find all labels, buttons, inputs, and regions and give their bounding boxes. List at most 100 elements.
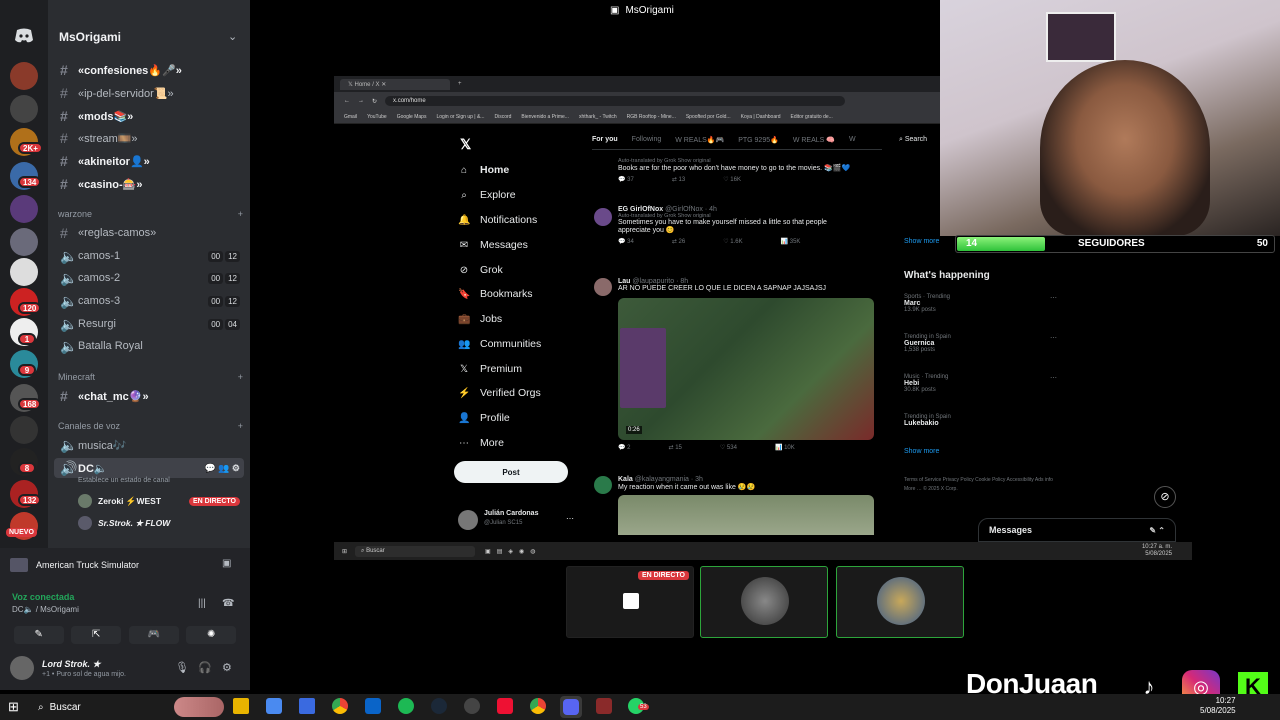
plus-icon[interactable]: + bbox=[238, 421, 243, 431]
inner-clock[interactable]: 10:27 a. m. 5/08/2025 bbox=[1142, 544, 1172, 558]
voice-channel-item[interactable]: 🔈 camos-3 00 12 bbox=[60, 291, 240, 311]
nav-messages[interactable]: ✉ Messages bbox=[458, 239, 528, 251]
server-name[interactable]: MsOrigami bbox=[59, 30, 121, 44]
channel-item[interactable]: # «ip-del-servidor📜» bbox=[60, 83, 240, 103]
settings-gear-icon[interactable]: ⚙ bbox=[222, 661, 232, 674]
trend-item[interactable]: Trending in Spain Lukebakio bbox=[904, 414, 951, 427]
server-icon-5[interactable] bbox=[10, 195, 38, 223]
like-icon[interactable]: ♡ 1.6K bbox=[723, 238, 742, 245]
bookmark[interactable]: Koya | Dashboard bbox=[741, 114, 781, 120]
soundboard-icon[interactable]: ✺ bbox=[186, 626, 237, 644]
retweet-icon[interactable]: ⇄ 15 bbox=[668, 444, 681, 451]
discord-home-icon[interactable] bbox=[12, 24, 36, 48]
copilot-icon[interactable] bbox=[266, 698, 282, 714]
nav-home[interactable]: ⌂ Home bbox=[458, 164, 509, 176]
noise-suppression-icon[interactable]: ||| bbox=[198, 598, 206, 609]
outlook-icon[interactable] bbox=[365, 698, 381, 714]
channel-status[interactable]: Establece un estado de canal bbox=[78, 477, 170, 484]
nav-verified-orgs[interactable]: ⚡ Verified Orgs bbox=[458, 387, 541, 399]
tab-list[interactable]: W bbox=[849, 136, 856, 144]
account-name[interactable]: Julián Cardonas bbox=[484, 510, 538, 517]
nav-more[interactable]: ⋯ More bbox=[458, 437, 504, 449]
bookmark[interactable]: Discord bbox=[494, 114, 511, 120]
nav-notifications[interactable]: 🔔 Notifications bbox=[458, 214, 537, 226]
like-icon[interactable]: ♡ 534 bbox=[720, 444, 737, 451]
tweet[interactable]: EG GirlOfNox @GirlOfNox · 4h Auto-transl… bbox=[592, 206, 882, 245]
tab-list[interactable]: W REALS 🧠 bbox=[793, 136, 835, 144]
voice-channel-item-active[interactable]: 🔊 DC🔈 💬 👥 ⚙ bbox=[54, 458, 244, 478]
voice-channel-item[interactable]: 🔈 Batalla Royal bbox=[60, 336, 240, 356]
obs-icon[interactable] bbox=[596, 698, 612, 714]
bookmark[interactable]: YouTube bbox=[367, 114, 387, 120]
grok-icon[interactable]: ⊘ bbox=[1154, 486, 1176, 508]
nav-premium[interactable]: 𝕏 Premium bbox=[458, 363, 522, 375]
clock[interactable]: 10:27 5/08/2025 bbox=[1200, 696, 1236, 717]
nav-bookmarks[interactable]: 🔖 Bookmarks bbox=[458, 288, 533, 300]
windows-start-icon[interactable]: ⊞ bbox=[8, 699, 19, 715]
x-logo-icon[interactable]: 𝕏 bbox=[460, 136, 471, 153]
headphones-icon[interactable]: 🎧 bbox=[198, 661, 212, 674]
participant-tile[interactable] bbox=[836, 566, 964, 638]
new-tab-icon[interactable]: + bbox=[458, 81, 462, 87]
reload-icon[interactable]: ↻ bbox=[372, 98, 377, 105]
trend-item[interactable]: Trending in Spain Guernica 1,538 posts bbox=[904, 334, 951, 353]
nav-profile[interactable]: 👤 Profile bbox=[458, 412, 510, 424]
post-button[interactable]: Post bbox=[454, 461, 568, 483]
bookmark[interactable]: Spoofted por Gold... bbox=[686, 114, 731, 120]
retweet-icon[interactable]: ⇄ 13 bbox=[672, 176, 685, 183]
inner-taskbar-apps-icon[interactable]: ▣▤◈◉◍ bbox=[485, 548, 541, 555]
bookmark[interactable]: Login or Sign up | &... bbox=[436, 114, 484, 120]
reply-icon[interactable]: 💬 34 bbox=[618, 238, 634, 245]
activity-row[interactable]: American Truck Simulator bbox=[10, 558, 139, 572]
video-player[interactable]: 0:26 bbox=[618, 298, 874, 440]
avatar[interactable] bbox=[458, 510, 478, 530]
x-search[interactable]: ⌕ Search bbox=[899, 136, 927, 144]
bookmark[interactable]: Bienvenido a Prime... bbox=[521, 114, 569, 120]
microphone-icon[interactable]: 🎙 bbox=[175, 661, 189, 674]
tweet[interactable]: Lau @laupapurito · 8h AR NO PUEDE CREER … bbox=[592, 278, 882, 451]
inner-search[interactable]: ⌕ Buscar bbox=[355, 545, 476, 557]
steam-icon[interactable] bbox=[431, 698, 447, 714]
participant-tile[interactable] bbox=[700, 566, 828, 638]
server-icon-6[interactable] bbox=[10, 228, 38, 256]
server-icon-7[interactable] bbox=[10, 258, 38, 286]
activities-icon[interactable]: 🎮 bbox=[128, 626, 179, 644]
bookmark[interactable]: Google Maps bbox=[397, 114, 427, 120]
plus-icon[interactable]: + bbox=[238, 372, 243, 382]
windows-start-icon[interactable]: ⊞ bbox=[342, 548, 347, 555]
voice-channel-item[interactable]: 🔈 Resurgi 00 04 bbox=[60, 314, 240, 334]
voice-channel-item[interactable]: 🔈 camos-1 00 12 bbox=[60, 246, 240, 266]
browser-tab[interactable]: 𝕏 Home / X ✕ bbox=[340, 78, 450, 90]
retweet-icon[interactable]: ⇄ 26 bbox=[672, 238, 685, 245]
bookmark[interactable]: Gmail bbox=[344, 114, 357, 120]
reply-icon[interactable]: 💬 37 bbox=[618, 176, 634, 183]
show-more-link[interactable]: Show more bbox=[904, 238, 939, 245]
channel-actions-icon[interactable]: 💬 👥 ⚙ bbox=[205, 463, 244, 474]
avatar[interactable] bbox=[10, 656, 34, 680]
channel-item[interactable]: # «reglas-camos» bbox=[60, 223, 240, 243]
chrome-icon[interactable] bbox=[332, 698, 348, 714]
more-dots-icon[interactable]: ⋯ bbox=[566, 514, 574, 523]
chevron-down-icon[interactable]: ⌄ bbox=[228, 30, 237, 43]
channel-item[interactable]: # «stream🎞️» bbox=[60, 128, 240, 148]
voice-member[interactable]: Sr.Strok. ★ FLOW bbox=[78, 516, 170, 530]
voice-channel-item[interactable]: 🔈 camos-2 00 12 bbox=[60, 268, 240, 288]
chrome-icon[interactable] bbox=[530, 698, 546, 714]
tab-list[interactable]: PTG 9295🔥 bbox=[738, 136, 779, 144]
channel-item[interactable]: # «confesiones🔥🎤» bbox=[60, 60, 240, 80]
channel-item[interactable]: # «chat_mc🔮» bbox=[60, 386, 240, 406]
stream-tile-live[interactable]: EN DIRECTO bbox=[566, 566, 694, 638]
category-minecraft[interactable]: Minecraft + bbox=[58, 372, 243, 382]
nav-communities[interactable]: 👥 Communities bbox=[458, 338, 541, 350]
compose-icon[interactable]: ✎ ⌃ bbox=[1149, 526, 1165, 535]
trend-item[interactable]: Sports · Trending Marc 13.9K posts bbox=[904, 294, 950, 313]
discord-app-active[interactable] bbox=[560, 696, 582, 718]
tweet-media[interactable] bbox=[618, 495, 874, 535]
trend-more-icon[interactable]: ⋯ bbox=[1050, 374, 1057, 382]
channel-item[interactable]: # «mods📚» bbox=[60, 106, 240, 126]
plus-icon[interactable]: + bbox=[238, 209, 243, 219]
trend-more-icon[interactable]: ⋯ bbox=[1050, 294, 1057, 302]
server-icon-12[interactable] bbox=[10, 416, 38, 444]
search-highlight-image[interactable] bbox=[174, 697, 224, 717]
tab-list[interactable]: W REALS🔥🎮 bbox=[675, 136, 724, 144]
